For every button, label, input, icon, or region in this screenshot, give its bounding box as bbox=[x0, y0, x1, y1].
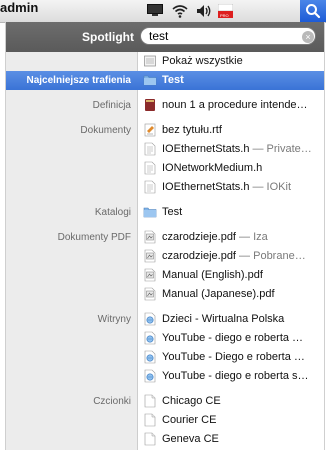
category-label: Dokumenty bbox=[80, 125, 131, 136]
webpage-icon bbox=[143, 312, 157, 326]
result-title: IOEthernetStats.h bbox=[162, 143, 250, 155]
result-item[interactable]: YouTube - Diego e roberta … bbox=[6, 348, 324, 367]
result-title: Test bbox=[162, 74, 184, 86]
result-title: Courier CE bbox=[162, 414, 217, 426]
category-label: Czcionki bbox=[93, 396, 131, 407]
wifi-icon[interactable] bbox=[171, 3, 189, 19]
result-item[interactable]: Manual (English).pdf bbox=[6, 266, 324, 285]
result-item[interactable]: Geneva CE bbox=[6, 430, 324, 449]
result-item[interactable]: YouTube - diego e roberta s… bbox=[6, 367, 324, 386]
pdf-icon bbox=[143, 249, 157, 263]
folder-icon bbox=[143, 205, 157, 219]
webpage-icon bbox=[143, 369, 157, 383]
search-row: Spotlight × bbox=[6, 22, 324, 52]
result-title: Geneva CE bbox=[162, 433, 219, 445]
spotlight-panel: Spotlight × Pokaż wszystkie Najcelniejsze… bbox=[5, 22, 325, 450]
result-title: IOEthernetStats.h bbox=[162, 181, 250, 193]
result-item[interactable]: Najcelniejsze trafienia Test bbox=[6, 71, 324, 90]
category-label: Najcelniejsze trafienia bbox=[26, 75, 132, 86]
spotlight-menu-button[interactable] bbox=[300, 0, 326, 22]
result-location: — Iza bbox=[236, 231, 268, 243]
font-file-icon bbox=[143, 432, 157, 446]
menubar: PRO admin bbox=[0, 0, 326, 23]
dictionary-icon bbox=[143, 98, 157, 112]
search-input[interactable] bbox=[140, 27, 316, 45]
header-file-icon bbox=[143, 180, 157, 194]
result-item[interactable]: Dokumenty bez tytułu.rtf bbox=[6, 121, 324, 140]
input-source-flag-icon[interactable]: PRO bbox=[218, 4, 233, 18]
result-title: Dzieci - Wirtualna Polska bbox=[162, 313, 285, 325]
result-title: YouTube - Diego e roberta … bbox=[162, 351, 305, 363]
result-item[interactable]: IOEthernetStats.h — IOKit bbox=[6, 178, 324, 197]
result-title: Test bbox=[162, 206, 183, 218]
result-title: Manual (Japanese).pdf bbox=[162, 288, 275, 300]
header-file-icon bbox=[143, 142, 157, 156]
result-item[interactable]: IONetworkMedium.h bbox=[6, 159, 324, 178]
result-item[interactable]: Dokumenty PDF czarodzieje.pdf — Iza bbox=[6, 228, 324, 247]
clear-search-button[interactable]: × bbox=[302, 31, 314, 43]
category-label: Definicja bbox=[92, 100, 131, 111]
result-title: noun 1 a procedure intende… bbox=[162, 99, 308, 111]
result-title: czarodzieje.pdf bbox=[162, 231, 236, 243]
pdf-icon bbox=[143, 268, 157, 282]
result-item[interactable]: Katalogi Test bbox=[6, 203, 324, 222]
magnifier-icon bbox=[306, 4, 321, 19]
result-item[interactable]: YouTube - diego e roberta … bbox=[6, 329, 324, 348]
pdf-icon bbox=[143, 230, 157, 244]
rtf-document-icon bbox=[143, 123, 157, 137]
show-all-icon bbox=[143, 54, 157, 68]
webpage-icon bbox=[143, 331, 157, 345]
result-location: — Private… bbox=[249, 143, 312, 155]
result-title: Manual (English).pdf bbox=[162, 269, 263, 281]
result-title: YouTube - diego e roberta … bbox=[162, 332, 304, 344]
font-file-icon bbox=[143, 394, 157, 408]
svg-text:PRO: PRO bbox=[220, 13, 229, 18]
result-title: czarodzieje.pdf bbox=[162, 250, 236, 262]
result-item[interactable]: Courier CE bbox=[6, 411, 324, 430]
spotlight-label: Spotlight bbox=[82, 30, 134, 44]
display-icon[interactable] bbox=[147, 4, 163, 16]
category-label: Witryny bbox=[97, 314, 131, 325]
result-title: Pokaż wszystkie bbox=[162, 55, 243, 67]
result-item[interactable]: Witryny Dzieci - Wirtualna Polska bbox=[6, 310, 324, 329]
webpage-icon bbox=[143, 350, 157, 364]
category-label: Dokumenty PDF bbox=[57, 232, 131, 243]
pdf-icon bbox=[143, 287, 157, 301]
header-file-icon bbox=[143, 161, 157, 175]
show-all-item[interactable]: Pokaż wszystkie bbox=[6, 52, 324, 71]
result-item[interactable]: Manual (Japanese).pdf bbox=[6, 285, 324, 304]
result-location: — IOKit bbox=[249, 181, 291, 193]
result-title: Chicago CE bbox=[162, 395, 221, 407]
result-item[interactable]: Definicja noun 1 a procedure intende… bbox=[6, 96, 324, 115]
result-item[interactable]: Czcionki Chicago CE bbox=[6, 392, 324, 411]
font-file-icon bbox=[143, 413, 157, 427]
result-item[interactable]: IOEthernetStats.h — Private… bbox=[6, 140, 324, 159]
category-label: Katalogi bbox=[94, 207, 131, 218]
result-location: — Pobrane… bbox=[236, 250, 306, 262]
result-item[interactable]: czarodzieje.pdf — Pobrane… bbox=[6, 247, 324, 266]
result-title: IONetworkMedium.h bbox=[162, 162, 263, 174]
folder-icon bbox=[143, 73, 157, 87]
user-menu[interactable]: admin bbox=[0, 0, 38, 15]
volume-icon[interactable] bbox=[195, 3, 213, 19]
result-title: YouTube - diego e roberta s… bbox=[162, 370, 309, 382]
result-title: bez tytułu.rtf bbox=[162, 124, 222, 136]
